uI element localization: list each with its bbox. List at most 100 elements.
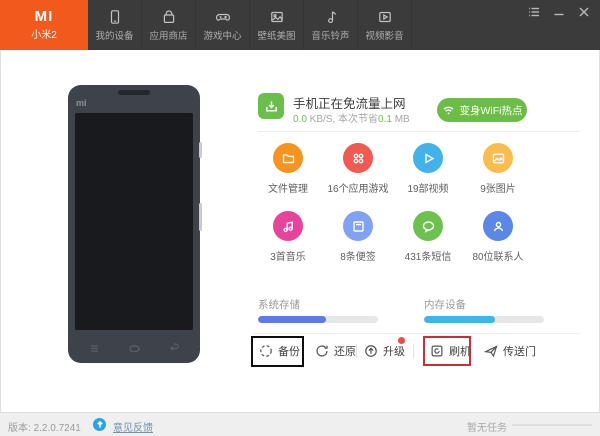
memory-device-label: 内存设备 [424, 299, 466, 311]
note-icon [343, 211, 373, 241]
task-progress-track [512, 424, 592, 426]
feature-label: 431条短信 [404, 252, 452, 263]
device-name: 小米2 [31, 30, 57, 41]
tab-label: 我的设备 [95, 30, 134, 42]
paper-plane-icon [484, 345, 498, 358]
upgrade-icon [365, 345, 377, 357]
feature-sms[interactable]: 431条短信 [393, 211, 463, 263]
feature-notes[interactable]: 8条便签 [323, 211, 393, 263]
contact-icon [483, 211, 513, 241]
phone-menu-icon [91, 345, 98, 352]
memory-device-bar [424, 316, 544, 323]
phone-mi-logo: mi [76, 98, 87, 108]
feature-contacts[interactable]: 80位联系人 [463, 211, 533, 263]
restore-icon [316, 345, 328, 357]
close-icon[interactable] [578, 6, 590, 21]
tab-video[interactable]: 视频影音 [358, 0, 412, 50]
restore-button[interactable]: 还原 [315, 343, 356, 359]
message-icon [413, 211, 443, 241]
tab-app-store[interactable]: 应用商店 [142, 0, 196, 50]
feature-music[interactable]: 3首音乐 [253, 211, 323, 263]
phone-back-icon [170, 343, 179, 351]
mi-logo: MI [34, 8, 54, 25]
play-icon [413, 143, 443, 173]
data-saving-icon [258, 93, 284, 119]
tab-label: 视频影音 [365, 30, 404, 42]
wifi-icon [443, 106, 453, 114]
wifi-button-label: 变身WiFi热点 [459, 104, 523, 117]
tab-music-ringtones[interactable]: 音乐铃声 [304, 0, 358, 50]
phone-home-icon [128, 345, 140, 353]
update-check-icon[interactable] [93, 418, 106, 431]
shopping-bag-icon [161, 9, 177, 25]
system-storage-bar [258, 316, 378, 323]
feature-label: 3首音乐 [270, 252, 306, 263]
tab-wallpapers[interactable]: 壁纸美图 [250, 0, 304, 50]
video-icon [377, 9, 393, 25]
feature-label: 19部视频 [407, 184, 449, 195]
phone-screen [75, 113, 193, 330]
phone-preview: mi [68, 85, 202, 363]
system-storage-label: 系统存储 [258, 299, 300, 311]
folder-icon [273, 143, 303, 173]
window-controls [528, 6, 590, 21]
status-subtitle: 0.0 KB/S, 本次节省0.1 MB [293, 110, 410, 125]
feature-videos[interactable]: 19部视频 [393, 143, 463, 195]
gamepad-icon [215, 9, 231, 25]
feedback-link[interactable]: 意见反馈 [113, 419, 153, 434]
tab-game-center[interactable]: 游戏中心 [196, 0, 250, 50]
picture-icon [269, 9, 285, 25]
tab-label: 应用商店 [149, 30, 188, 42]
phone-power-button [199, 142, 202, 158]
system-storage-fill [258, 316, 327, 323]
divider [258, 131, 580, 132]
phone-earpiece [118, 90, 150, 95]
phone-nav-bar [68, 342, 200, 355]
saved-value: 0.1 [378, 114, 392, 125]
upgrade-label: 升级 [383, 346, 405, 358]
speed-unit: KB/S, 本次节省 [306, 114, 379, 125]
flash-highlight-box [423, 336, 471, 366]
task-status-text: 暂无任务 [467, 423, 507, 434]
wifi-hotspot-button[interactable]: 变身WiFi热点 [437, 98, 527, 122]
speed-value: 0.0 [293, 114, 307, 125]
portal-button[interactable]: 传送门 [484, 343, 536, 359]
image-icon [483, 143, 513, 173]
phone-icon [107, 9, 123, 25]
menu-list-icon[interactable] [528, 6, 540, 21]
saved-unit: MB [391, 114, 410, 125]
restore-label: 还原 [334, 346, 356, 358]
feature-apps-games[interactable]: 16个应用游戏 [323, 143, 393, 195]
phone-volume-button [199, 203, 202, 231]
divider [253, 333, 580, 334]
status-bar: 版本: 2.2.0.7241 意见反馈 暂无任务 [0, 412, 600, 436]
tab-my-device[interactable]: 我的设备 [88, 0, 142, 50]
feature-label: 16个应用游戏 [327, 184, 389, 195]
tab-bar: 我的设备 应用商店 游戏中心 壁纸美图 音乐铃声 视频影音 [88, 0, 412, 50]
feature-grid: 文件管理 16个应用游戏 19部视频 9张图片 3首音乐 8条便签 431条短信… [253, 143, 539, 263]
feature-photos[interactable]: 9张图片 [463, 143, 533, 195]
version-text: 版本: 2.2.0.7241 [8, 423, 81, 434]
feature-label: 9张图片 [480, 184, 516, 195]
minimize-icon[interactable] [553, 6, 565, 21]
separator [356, 344, 357, 358]
feature-file-manager[interactable]: 文件管理 [253, 143, 323, 195]
tab-label: 壁纸美图 [257, 30, 296, 42]
portal-label: 传送门 [503, 346, 536, 358]
upgrade-button[interactable]: 升级 [364, 343, 405, 359]
tab-label: 音乐铃声 [311, 30, 350, 42]
memory-device-fill [424, 316, 495, 323]
backup-highlight-box [251, 336, 304, 367]
tab-label: 游戏中心 [203, 30, 242, 42]
feature-label: 8条便签 [340, 252, 376, 263]
music-icon [273, 211, 303, 241]
mi-logo-block: MI 小米2 [0, 0, 88, 50]
top-bar: MI 小米2 我的设备 应用商店 游戏中心 壁纸美图 音乐铃声 视频影音 [0, 0, 600, 50]
feature-label: 80位联系人 [472, 252, 524, 263]
separator [413, 344, 414, 358]
upgrade-notification-badge [398, 337, 405, 344]
feature-label: 文件管理 [268, 184, 308, 195]
music-note-icon [323, 9, 339, 25]
apps-icon [343, 143, 373, 173]
app-window: MI 小米2 我的设备 应用商店 游戏中心 壁纸美图 音乐铃声 视频影音 mi … [0, 0, 600, 436]
